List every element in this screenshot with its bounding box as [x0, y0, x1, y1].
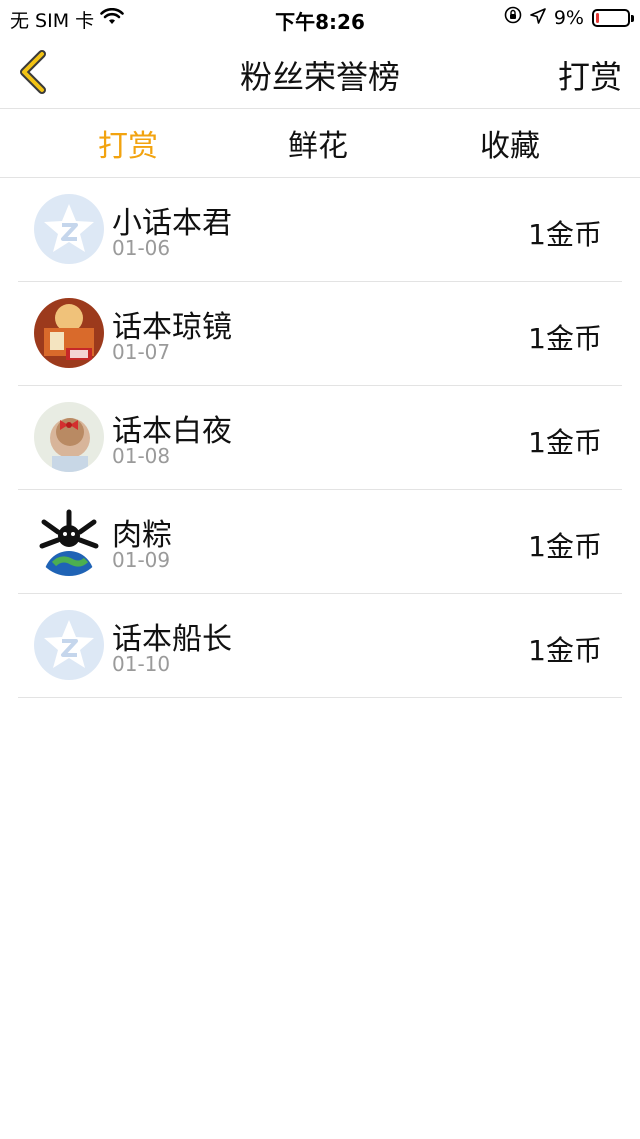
avatar	[34, 298, 104, 368]
list-item[interactable]: 小话本君 01-06 1金币	[18, 178, 622, 282]
tab-flowers[interactable]: 鲜花	[238, 121, 398, 165]
tab-favorites[interactable]: 收藏	[430, 121, 590, 165]
reward-amount: 1金币	[528, 218, 602, 251]
default-qq-avatar-icon	[34, 194, 104, 264]
tab-reward[interactable]: 打赏	[48, 121, 208, 165]
list-item[interactable]: 肉粽 01-09 1金币	[18, 490, 622, 594]
anime-avatar-icon	[34, 298, 104, 368]
battery-level-fill	[596, 12, 599, 23]
reward-amount: 1金币	[528, 634, 602, 667]
fan-date: 01-10	[112, 652, 171, 676]
list-item[interactable]: 话本琼镜 01-07 1金币	[18, 282, 622, 386]
reward-amount: 1金币	[528, 530, 602, 563]
battery-icon	[592, 8, 634, 27]
orientation-lock-icon	[504, 6, 522, 29]
list-item[interactable]: 话本船长 01-10 1金币	[18, 594, 622, 698]
reward-amount: 1金币	[528, 426, 602, 459]
fan-date: 01-08	[112, 444, 171, 468]
list-item[interactable]: 话本白夜 01-08 1金币	[18, 386, 622, 490]
status-right: 9%	[504, 6, 634, 29]
default-qq-avatar-icon	[34, 610, 104, 680]
earth-character-avatar-icon	[34, 506, 104, 576]
battery-percent: 9%	[553, 6, 584, 29]
avatar	[34, 402, 104, 472]
location-arrow-icon	[530, 7, 546, 29]
girl-bow-avatar-icon	[34, 402, 104, 472]
status-bar: 无 SIM 卡 下午8:26 9%	[0, 0, 640, 36]
fan-date: 01-07	[112, 340, 171, 364]
nav-bar: 粉丝荣誉榜 打赏	[0, 36, 640, 109]
avatar	[34, 194, 104, 264]
avatar	[34, 610, 104, 680]
page-title: 粉丝荣誉榜	[239, 58, 400, 96]
fan-date: 01-06	[112, 236, 171, 260]
reward-nav-button[interactable]: 打赏	[558, 52, 622, 98]
fan-date: 01-09	[112, 548, 171, 572]
avatar	[34, 506, 104, 576]
reward-amount: 1金币	[528, 322, 602, 355]
fan-list: 小话本君 01-06 1金币 话本琼镜 01-07 1金币 话本白夜 01-08…	[0, 178, 640, 698]
tab-bar: 打赏 鲜花 收藏	[0, 109, 640, 178]
